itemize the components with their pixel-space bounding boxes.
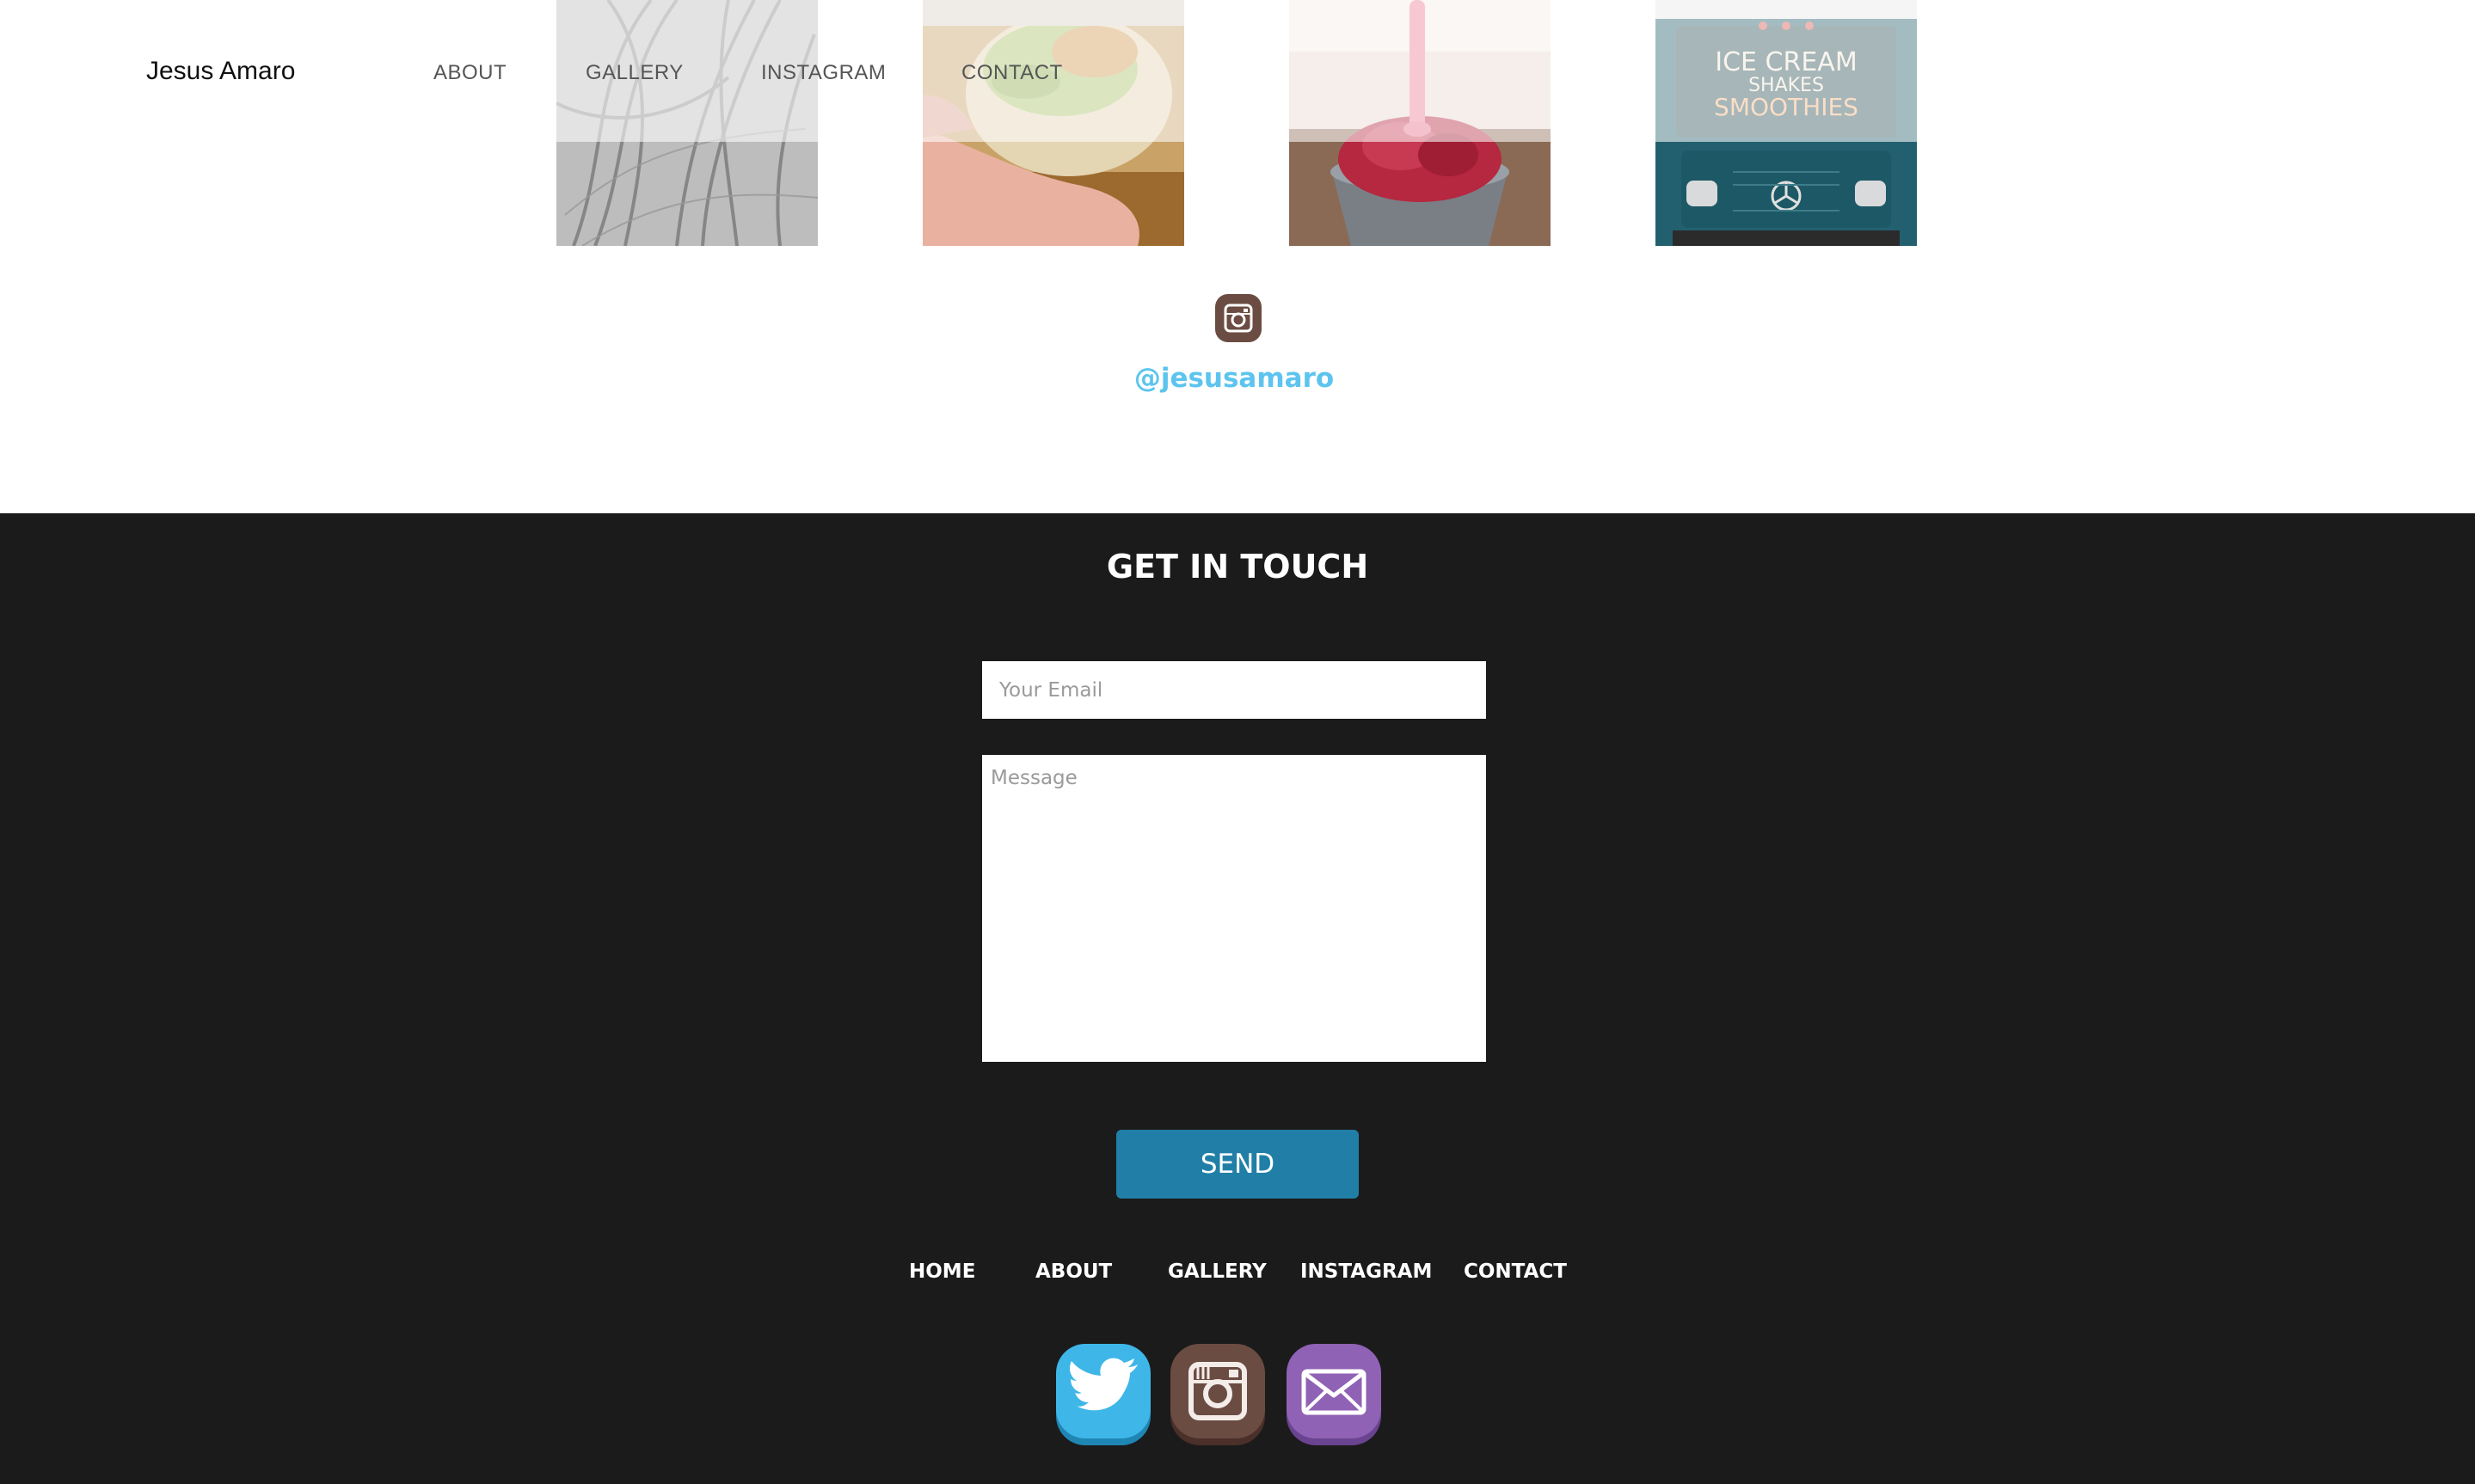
instagram-icon[interactable]: [1169, 1344, 1267, 1447]
footer-link-gallery[interactable]: GALLERY: [1168, 1260, 1267, 1283]
mail-icon[interactable]: [1285, 1344, 1383, 1447]
email-field[interactable]: [982, 661, 1486, 719]
nav-contact[interactable]: CONTACT: [961, 61, 1063, 85]
send-button[interactable]: SEND: [1116, 1130, 1359, 1199]
instagram-handle-link[interactable]: @jesusamaro: [1032, 363, 1436, 394]
instagram-feed-section: ICE CREAM SHAKES SMOOTHIES Je: [0, 0, 2475, 513]
site-header: Jesus Amaro ABOUT GALLERY INSTAGRAM CONT…: [0, 0, 2475, 146]
instagram-icon[interactable]: [1215, 294, 1262, 342]
message-field[interactable]: [982, 755, 1486, 1062]
footer-link-home[interactable]: HOME: [909, 1260, 975, 1283]
nav-gallery[interactable]: GALLERY: [586, 61, 684, 85]
nav-instagram[interactable]: INSTAGRAM: [761, 61, 886, 85]
twitter-icon[interactable]: [1054, 1344, 1152, 1447]
footer-link-about[interactable]: ABOUT: [1035, 1260, 1112, 1283]
footer-link-instagram[interactable]: INSTAGRAM: [1300, 1260, 1432, 1283]
brand-name[interactable]: Jesus Amaro: [146, 57, 295, 86]
footer-link-contact[interactable]: CONTACT: [1464, 1260, 1567, 1283]
contact-section: GET IN TOUCH SEND HOME ABOUT GALLERY INS…: [0, 513, 2475, 1484]
contact-title: GET IN TOUCH: [1106, 548, 1369, 586]
nav-about[interactable]: ABOUT: [433, 61, 507, 85]
